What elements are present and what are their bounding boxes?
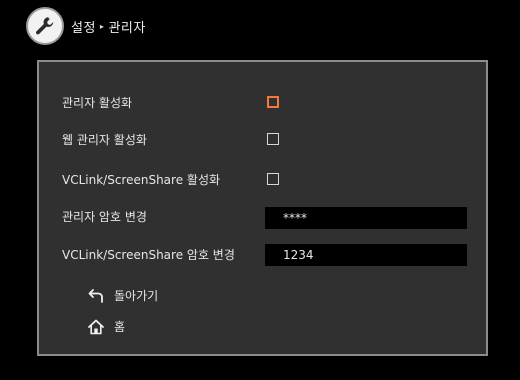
- breadcrumb-separator: ▸: [99, 21, 105, 31]
- header: 설정 ▸ 관리자: [26, 6, 146, 46]
- setting-label: VCLink/ScreenShare 활성화: [62, 172, 221, 187]
- setting-label: VCLink/ScreenShare 암호 변경: [62, 247, 235, 262]
- setting-row-admin-enable[interactable]: 관리자 활성화: [62, 91, 132, 113]
- breadcrumb: 설정 ▸ 관리자: [71, 17, 146, 36]
- return-arrow-icon: [88, 288, 104, 304]
- home-icon: [88, 319, 104, 335]
- admin-password-value: ****: [283, 211, 307, 225]
- admin-password-field[interactable]: ****: [265, 207, 467, 229]
- breadcrumb-item-admin: 관리자: [108, 20, 146, 36]
- back-label: 돌아가기: [114, 289, 159, 303]
- back-button[interactable]: 돌아가기: [88, 287, 158, 304]
- breadcrumb-item-settings[interactable]: 설정: [71, 17, 96, 36]
- admin-settings-screen: 설정 ▸ 관리자 관리자 활성화 웹 관리자 활성화 VCLink/Screen…: [0, 0, 520, 380]
- home-button[interactable]: 홈: [88, 318, 125, 335]
- admin-enable-checkbox[interactable]: [267, 96, 279, 108]
- setting-row-vclink-password[interactable]: VCLink/ScreenShare 암호 변경: [62, 243, 235, 265]
- vclink-password-field[interactable]: 1234: [265, 244, 467, 266]
- home-label: 홈: [114, 320, 126, 334]
- setting-label: 웹 관리자 활성화: [62, 132, 147, 147]
- setting-label: 관리자 암호 변경: [62, 209, 147, 224]
- wrench-icon: [26, 7, 64, 45]
- vclink-password-value: 1234: [283, 248, 314, 262]
- settings-panel: 관리자 활성화 웹 관리자 활성화 VCLink/ScreenShare 활성화…: [37, 60, 488, 356]
- setting-row-vclink-enable[interactable]: VCLink/ScreenShare 활성화: [62, 168, 220, 190]
- vclink-enable-checkbox[interactable]: [267, 173, 279, 185]
- setting-row-admin-password[interactable]: 관리자 암호 변경: [62, 205, 147, 227]
- web-admin-enable-checkbox[interactable]: [267, 133, 279, 145]
- setting-label: 관리자 활성화: [62, 95, 133, 110]
- setting-row-web-admin-enable[interactable]: 웹 관리자 활성화: [62, 128, 147, 150]
